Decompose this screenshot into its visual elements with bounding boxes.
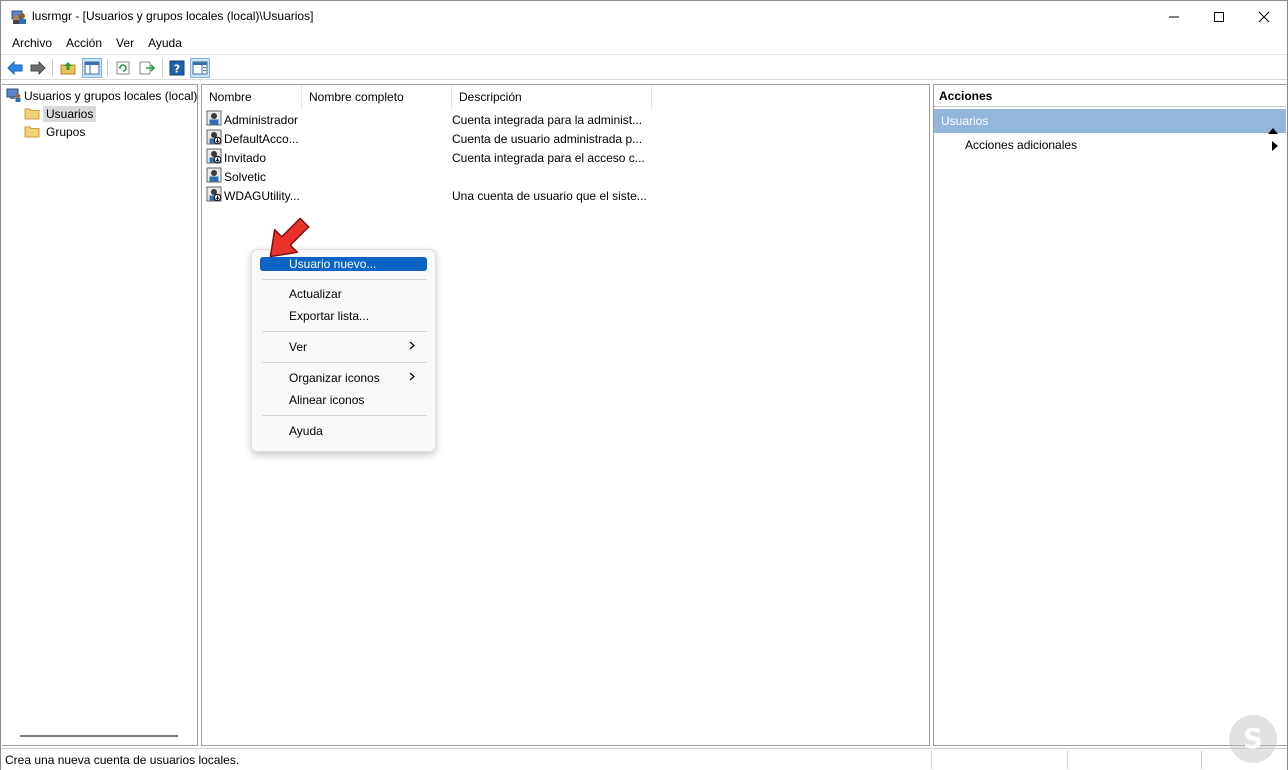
menu-item-label: Ver (289, 340, 308, 354)
user-disabled-icon (206, 148, 222, 167)
toolbar: ? (1, 54, 1287, 80)
menu-separator (262, 331, 427, 332)
tree-item-label: Grupos (46, 125, 86, 139)
menu-item-actualizar[interactable]: Actualizar (260, 284, 427, 304)
tree-item-grupos[interactable]: Grupos (24, 123, 88, 141)
menu-ayuda[interactable]: Ayuda (141, 33, 189, 53)
folder-icon (24, 124, 40, 141)
toolbar-separator (52, 59, 53, 77)
tree-item-label: Usuarios (43, 106, 97, 122)
user-icon (206, 167, 222, 186)
user-disabled-icon (206, 186, 222, 205)
back-icon[interactable] (5, 58, 25, 78)
submenu-arrow-icon[interactable] (1272, 140, 1278, 154)
close-button[interactable] (1241, 1, 1287, 32)
status-bar: Crea una nueva cuenta de usuarios locale… (1, 748, 1287, 770)
show-hide-action-pane-icon[interactable] (190, 58, 210, 78)
menu-separator (262, 415, 427, 416)
column-header-nombre-completo[interactable]: Nombre completo (302, 85, 452, 109)
forward-icon[interactable] (28, 58, 48, 78)
show-hide-tree-icon[interactable] (82, 58, 102, 78)
user-name: WDAGUtility... (224, 188, 300, 203)
menu-separator (262, 279, 427, 280)
collapse-up-icon[interactable] (1268, 118, 1278, 142)
tree-root-label: Usuarios y grupos locales (local) (24, 89, 198, 103)
user-disabled-icon (206, 129, 222, 148)
svg-text:?: ? (174, 63, 180, 76)
chevron-right-icon (409, 368, 415, 388)
maximize-button[interactable] (1196, 1, 1242, 32)
actions-section-usuarios[interactable]: Usuarios (934, 109, 1286, 134)
toolbar-separator (162, 59, 163, 77)
actions-header: Acciones (934, 85, 1286, 107)
computer-users-icon (6, 87, 22, 106)
red-pointer-arrow-icon (256, 211, 316, 271)
menu-separator (262, 362, 427, 363)
action-acciones-adicionales[interactable]: Acciones adicionales (965, 135, 1077, 155)
table-row[interactable]: Administrador Cuenta integrada para la a… (206, 110, 926, 129)
up-folder-icon[interactable] (58, 58, 78, 78)
chevron-right-icon (409, 337, 415, 357)
status-text: Crea una nueva cuenta de usuarios locale… (5, 753, 240, 767)
menu-accion[interactable]: Acción (59, 33, 109, 53)
export-list-icon[interactable] (137, 58, 157, 78)
minimize-button[interactable] (1151, 1, 1197, 32)
table-row[interactable]: WDAGUtility... Una cuenta de usuario que… (206, 186, 926, 205)
refresh-icon[interactable] (113, 58, 133, 78)
user-name: Administrador (224, 112, 299, 127)
user-description: Una cuenta de usuario que el siste... (452, 188, 647, 203)
table-row[interactable]: DefaultAcco... Cuenta de usuario adminis… (206, 129, 926, 148)
column-header-nombre[interactable]: Nombre (202, 85, 302, 109)
menu-item-exportar-lista[interactable]: Exportar lista... (260, 306, 427, 326)
folder-icon (24, 106, 40, 123)
table-row[interactable]: Solvetic (206, 167, 926, 186)
tree-item-usuarios[interactable]: Usuarios (24, 105, 97, 123)
user-icon (206, 110, 222, 129)
horizontal-scrollbar[interactable] (20, 735, 178, 737)
actions-section-label: Usuarios (941, 114, 989, 128)
toolbar-separator (107, 59, 108, 77)
svg-text:S: S (1243, 722, 1263, 755)
title-bar: lusrmgr - [Usuarios y grupos locales (lo… (1, 1, 1287, 32)
menu-archivo[interactable]: Archivo (5, 33, 59, 53)
status-divider (1067, 751, 1068, 769)
column-header-descripcion[interactable]: Descripción (452, 85, 652, 109)
context-menu: Usuario nuevo... Actualizar Exportar lis… (251, 249, 436, 452)
menu-item-label: Organizar iconos (289, 371, 380, 385)
user-description: Cuenta de usuario administrada p... (452, 131, 643, 146)
menu-ver[interactable]: Ver (109, 33, 141, 53)
list-header: Nombre Nombre completo Descripción (202, 85, 929, 109)
menu-item-organizar-iconos[interactable]: Organizar iconos (260, 368, 427, 388)
help-icon[interactable]: ? (167, 58, 187, 78)
menu-item-ver[interactable]: Ver (260, 337, 427, 357)
status-divider (1201, 751, 1202, 769)
user-name: Invitado (224, 150, 267, 165)
table-row[interactable]: Invitado Cuenta integrada para el acceso… (206, 148, 926, 167)
window-title: lusrmgr - [Usuarios y grupos locales (lo… (32, 9, 314, 23)
user-name: Solvetic (224, 169, 267, 184)
user-description: Cuenta integrada para la administ... (452, 112, 643, 127)
menu-item-ayuda[interactable]: Ayuda (260, 421, 427, 441)
user-description: Cuenta integrada para el acceso c... (452, 150, 645, 165)
status-divider (931, 751, 932, 769)
watermark-logo-icon: S (1227, 713, 1279, 765)
user-name: DefaultAcco... (224, 131, 299, 146)
console-tree[interactable]: Usuarios y grupos locales (local) Usuari… (2, 84, 198, 746)
menu-item-alinear-iconos[interactable]: Alinear iconos (260, 390, 427, 410)
menu-bar: Archivo Acción Ver Ayuda (1, 32, 1287, 54)
tree-root[interactable]: Usuarios y grupos locales (local) (6, 87, 200, 105)
mmc-window: lusrmgr - [Usuarios y grupos locales (lo… (0, 0, 1288, 770)
users-app-icon (11, 9, 27, 25)
actions-pane: Acciones Usuarios Acciones adicionales (933, 84, 1287, 746)
